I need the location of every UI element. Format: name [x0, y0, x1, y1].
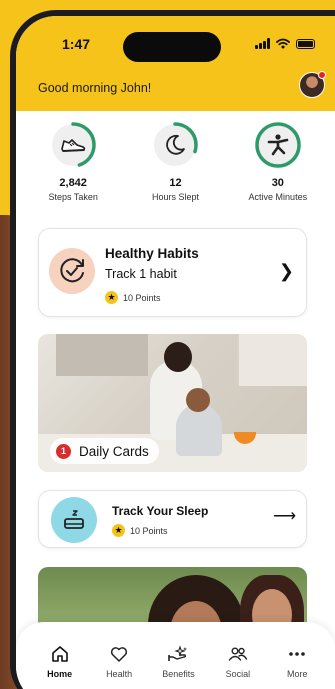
- bed-icon: [64, 510, 84, 529]
- heart-icon: [111, 646, 128, 662]
- stat-sleep[interactable]: 12 Hours Slept: [130, 121, 220, 202]
- tab-social[interactable]: Social: [210, 644, 266, 689]
- chevron-right-icon: ❯: [278, 261, 294, 281]
- moon-icon: [166, 134, 186, 155]
- sleep-points: ★ 10 Points: [112, 524, 168, 537]
- tab-benefits[interactable]: Benefits: [150, 644, 206, 689]
- phone-frame: 1:47 Good morning John! 2,842 Steps Take…: [10, 10, 335, 689]
- kitchen-cabinet: [237, 334, 307, 386]
- points-label: 10 Points: [130, 525, 168, 536]
- more-dots-icon: [289, 652, 306, 656]
- avatar[interactable]: [299, 71, 326, 98]
- stat-label: Hours Slept: [151, 192, 199, 202]
- running-person-icon: [267, 134, 289, 156]
- dynamic-island: [123, 32, 221, 62]
- habits-subtitle: Track 1 habit: [105, 267, 177, 281]
- sleep-title: Track Your Sleep: [112, 504, 209, 518]
- daily-cards-label: Daily Cards: [79, 443, 149, 459]
- stat-label: Steps Taken: [48, 192, 98, 202]
- status-time: 1:47: [62, 36, 91, 52]
- steps-progress-ring: [49, 121, 97, 169]
- greeting-text: Good morning John!: [38, 81, 152, 95]
- stat-steps[interactable]: 2,842 Steps Taken: [28, 121, 118, 202]
- arrow-right-icon: ⟶: [273, 508, 296, 525]
- tab-home[interactable]: Home: [32, 644, 88, 689]
- header-bar: 1:47 Good morning John!: [16, 16, 335, 111]
- star-icon: ★: [112, 524, 125, 537]
- stat-value: 30: [271, 177, 284, 189]
- healthy-habits-card[interactable]: Healthy Habits Track 1 habit ★ 10 Points…: [38, 228, 307, 317]
- stat-active-minutes[interactable]: 30 Active Minutes: [233, 121, 323, 202]
- stats-row: 2,842 Steps Taken 12 Hours Slept 30 Acti…: [16, 121, 335, 202]
- bottom-tab-bar: Home Health Benefits Social More: [16, 622, 335, 689]
- star-icon: ★: [105, 291, 118, 304]
- notification-dot: [318, 71, 326, 79]
- tab-label: More: [286, 669, 308, 679]
- sleep-icon-circle: [51, 497, 97, 543]
- sleep-progress-ring: [151, 121, 199, 169]
- status-bar: 1:47: [16, 32, 335, 62]
- tab-more[interactable]: More: [269, 644, 325, 689]
- tab-label: Home: [47, 669, 73, 679]
- points-label: 10 Points: [123, 292, 161, 303]
- kitchen-cabinet: [56, 334, 148, 376]
- tab-label: Health: [106, 669, 133, 679]
- app-screen: 1:47 Good morning John! 2,842 Steps Take…: [16, 16, 335, 689]
- habits-points: ★ 10 Points: [105, 291, 161, 304]
- status-icons: [255, 38, 315, 49]
- daily-cards-photo[interactable]: 1 Daily Cards: [38, 334, 307, 472]
- stat-value: 12: [169, 177, 182, 189]
- people-icon: [228, 647, 248, 661]
- stat-value: 2,842: [59, 177, 87, 189]
- daily-cards-pill[interactable]: 1 Daily Cards: [50, 438, 159, 464]
- child-figure: [176, 388, 222, 456]
- tab-label: Benefits: [162, 669, 195, 679]
- wifi-icon: [276, 38, 290, 49]
- battery-icon: [296, 38, 315, 49]
- track-sleep-card[interactable]: Track Your Sleep ★ 10 Points ⟶: [38, 490, 307, 548]
- refresh-check-icon: [60, 258, 84, 283]
- benefits-hands-icon: [168, 645, 188, 661]
- daily-cards-count-badge: 1: [56, 443, 71, 459]
- tab-label: Social: [225, 669, 251, 679]
- active-progress-ring: [254, 121, 302, 169]
- tab-health[interactable]: Health: [91, 644, 147, 689]
- habits-title: Healthy Habits: [105, 246, 199, 261]
- stat-label: Active Minutes: [248, 192, 308, 202]
- habit-icon-circle: [49, 248, 95, 294]
- sneaker-icon: [61, 139, 86, 152]
- signal-icon: [255, 38, 270, 49]
- home-icon: [51, 646, 68, 662]
